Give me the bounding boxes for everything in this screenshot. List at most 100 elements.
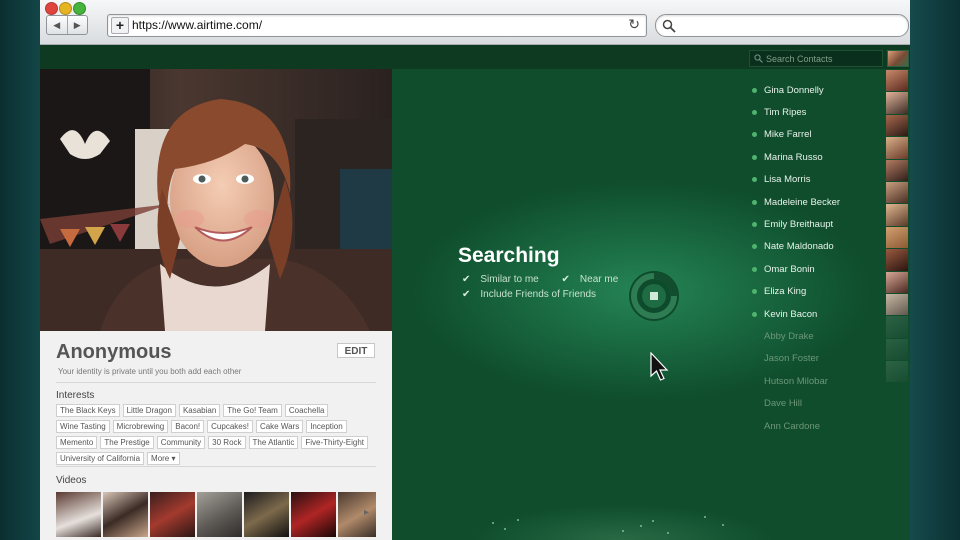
interest-tag[interactable]: Wine Tasting (56, 420, 110, 433)
contact-avatar[interactable] (886, 249, 908, 271)
contact-item[interactable]: Tim Ripes (752, 101, 840, 123)
close-window-button[interactable] (45, 2, 58, 15)
contact-item[interactable]: Mike Farrel (752, 124, 840, 146)
option-similar[interactable]: ✔ Similar to me (462, 274, 549, 285)
contact-item[interactable]: Gina Donnelly (752, 79, 840, 101)
more-interests-button[interactable]: More ▾ (147, 452, 180, 465)
reload-icon[interactable]: ↻ (628, 16, 640, 33)
video-thumbnail[interactable] (150, 492, 195, 537)
interest-tag[interactable]: Kasabian (178, 404, 221, 417)
contact-item[interactable]: Marina Russo (752, 146, 840, 168)
offline-status-icon (752, 379, 757, 384)
interest-tag[interactable]: Microbrewing (112, 420, 169, 433)
url-text[interactable]: https://www.airtime.com/ (132, 18, 262, 32)
airtime-app: Anonymous Your identity is private until… (40, 45, 910, 540)
contact-avatar[interactable] (886, 293, 908, 316)
my-avatar[interactable] (887, 50, 909, 67)
interest-tag[interactable]: Inception (306, 420, 347, 433)
contact-item[interactable]: Madeleine Becker (752, 191, 840, 213)
contact-item[interactable]: Abby Drake (752, 325, 840, 347)
online-status-icon (752, 110, 757, 116)
contact-avatar[interactable] (886, 181, 908, 204)
contact-avatar[interactable] (886, 361, 908, 383)
divider (56, 466, 376, 467)
searching-title: Searching (458, 244, 560, 267)
interest-tag[interactable]: Cupcakes! (207, 420, 253, 433)
contact-avatar[interactable] (886, 92, 908, 114)
contact-item[interactable]: Omar Bonin (752, 258, 840, 280)
contact-avatar[interactable] (886, 137, 908, 159)
contact-item[interactable]: Kevin Bacon (752, 303, 840, 325)
chevron-right-icon[interactable]: ▸ (364, 507, 369, 518)
contact-item[interactable]: Ann Cardone (752, 415, 840, 437)
contact-avatar[interactable] (886, 316, 908, 338)
interest-tag[interactable]: Bacon! (171, 420, 205, 433)
divider (56, 382, 376, 383)
contact-item[interactable]: Lisa Morris (752, 169, 840, 191)
search-icon[interactable] (662, 19, 676, 33)
contact-avatar[interactable] (886, 338, 908, 361)
online-status-icon (752, 154, 757, 160)
contact-avatar[interactable] (886, 159, 908, 181)
nav-buttons: ◀ ▶ (46, 15, 88, 35)
stop-search-button[interactable] (628, 270, 680, 322)
contact-name: Gina Donnelly (764, 84, 824, 96)
check-icon: ✔ (462, 289, 471, 300)
video-thumbnail[interactable] (56, 492, 101, 537)
contact-avatar[interactable] (886, 114, 908, 137)
contact-name: Lisa Morris (764, 174, 811, 186)
contact-item[interactable]: Nate Maldonado (752, 236, 840, 258)
interest-tag[interactable]: The Go! Team (223, 404, 282, 417)
address-bar[interactable]: + https://www.airtime.com/ ↻ (107, 14, 647, 37)
edit-profile-button[interactable]: EDIT (337, 343, 375, 358)
online-status-icon (752, 132, 757, 138)
contact-item[interactable]: Jason Foster (752, 348, 840, 370)
contact-item[interactable]: Emily Breithaupt (752, 213, 840, 235)
contact-avatar[interactable] (886, 204, 908, 226)
browser-toolbar: ◀ ▶ + https://www.airtime.com/ ↻ (40, 0, 910, 45)
interest-tag[interactable]: Community (156, 436, 206, 449)
self-video-feed (40, 69, 392, 331)
online-status-icon (752, 177, 757, 183)
offline-status-icon (752, 424, 757, 429)
video-thumbnail[interactable] (197, 492, 242, 537)
forward-button[interactable]: ▶ (66, 16, 88, 34)
option-friends-label: Include Friends of Friends (480, 289, 597, 300)
option-near-label: Near me (579, 274, 619, 285)
contact-search[interactable] (749, 50, 883, 67)
video-thumbnail[interactable] (244, 492, 289, 537)
video-thumbnail[interactable] (338, 492, 376, 537)
contact-avatar[interactable] (886, 70, 908, 92)
contact-name: Marina Russo (764, 151, 823, 163)
interest-tag[interactable]: Little Dragon (122, 404, 176, 417)
add-bookmark-button[interactable]: + (111, 17, 129, 34)
interest-tag[interactable]: Memento (56, 436, 98, 449)
interest-tags: The Black Keys Little Dragon Kasabian The G… (56, 404, 376, 465)
contact-item[interactable]: Hutson Milobar (752, 370, 840, 392)
interest-tag[interactable]: The Atlantic (248, 436, 299, 449)
browser-search-field[interactable] (655, 14, 909, 37)
video-thumbnail[interactable] (103, 492, 148, 537)
contact-name: Nate Maldonado (764, 241, 834, 253)
contact-avatars (886, 70, 908, 383)
contact-avatar[interactable] (886, 271, 908, 293)
back-button[interactable]: ◀ (47, 16, 67, 34)
interest-tag[interactable]: Five-Thirty-Eight (301, 436, 369, 449)
interest-tag[interactable]: Cake Wars (255, 420, 304, 433)
interest-tag[interactable]: Coachella (284, 404, 329, 417)
minimize-window-button[interactable] (59, 2, 72, 15)
contact-avatar[interactable] (886, 226, 908, 249)
option-friends[interactable]: ✔ Include Friends of Friends (462, 289, 606, 300)
option-near[interactable]: ✔ Near me (562, 274, 629, 285)
profile-privacy-note: Your identity is private until you both … (58, 367, 242, 376)
interest-tag[interactable]: 30 Rock (208, 436, 246, 449)
contact-item[interactable]: Eliza King (752, 281, 840, 303)
search-contacts-input[interactable] (766, 51, 878, 66)
interest-tag[interactable]: The Black Keys (56, 404, 120, 417)
video-thumbnail[interactable] (291, 492, 336, 537)
interest-tag[interactable]: University of California (56, 452, 145, 465)
contact-item[interactable]: Dave Hill (752, 392, 840, 414)
interest-tag[interactable]: The Prestige (100, 436, 154, 449)
zoom-window-button[interactable] (73, 2, 86, 15)
profile-name: Anonymous (56, 341, 172, 363)
